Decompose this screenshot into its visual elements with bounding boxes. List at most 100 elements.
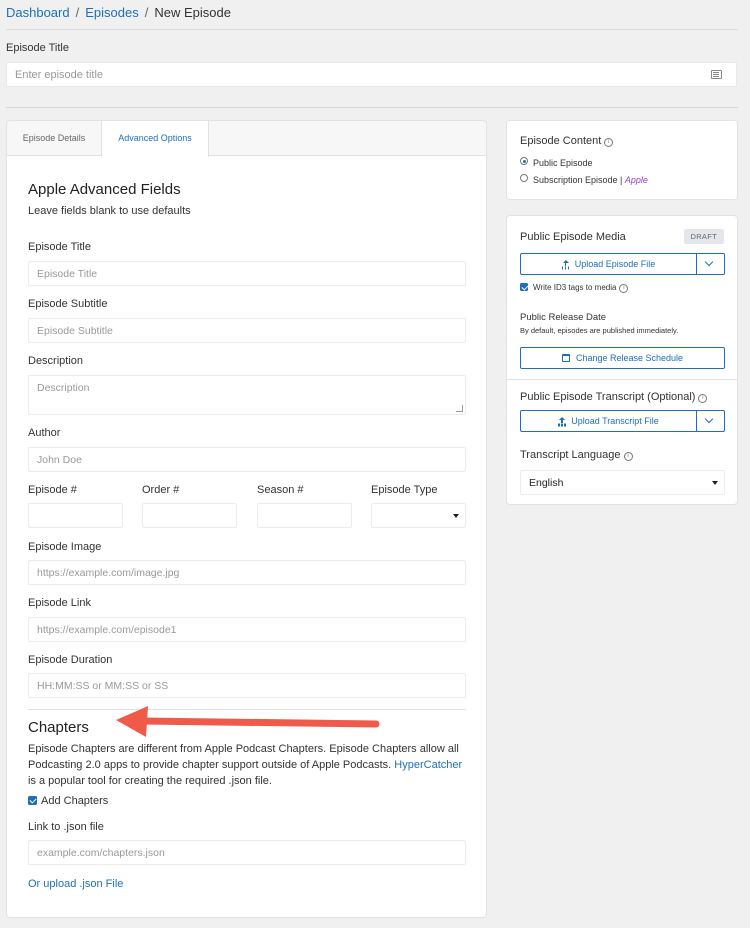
upload-transcript-split-button: Upload Transcript File bbox=[520, 410, 725, 432]
season-number-label: Season # bbox=[257, 484, 304, 496]
transcript-language-title: Transcript Language i bbox=[520, 449, 633, 461]
episode-title-placeholder: Enter episode title bbox=[15, 69, 104, 81]
description-placeholder: Description bbox=[37, 382, 90, 394]
episode-content-title-text: Episode Content bbox=[520, 135, 602, 147]
upload-json-link[interactable]: Or upload .json File bbox=[28, 878, 123, 890]
change-release-schedule-label: Change Release Schedule bbox=[575, 353, 684, 363]
chapters-heading: Chapters bbox=[28, 719, 89, 736]
info-icon[interactable]: i bbox=[619, 284, 629, 293]
chapters-description: Episode Chapters are different from Appl… bbox=[28, 741, 468, 789]
apple-title-input[interactable]: Episode Title bbox=[28, 261, 466, 286]
episode-title-label: Episode Title bbox=[6, 42, 69, 54]
write-id3-checkbox[interactable] bbox=[520, 283, 528, 291]
draft-badge: DRAFT bbox=[683, 229, 724, 244]
keyboard-icon bbox=[711, 70, 722, 79]
apple-subtitle-label: Episode Subtitle bbox=[28, 298, 108, 310]
chapters-description-text: is a popular tool for creating the requi… bbox=[28, 775, 272, 787]
upload-transcript-file-button[interactable]: Upload Transcript File bbox=[521, 411, 697, 431]
subscription-episode-label: Subscription Episode | Apple bbox=[533, 175, 648, 185]
episode-link-placeholder: https://example.com/episode1 bbox=[37, 624, 177, 636]
episode-title-input[interactable]: Enter episode title bbox=[6, 62, 737, 87]
transcript-language-select[interactable]: English bbox=[520, 470, 725, 495]
transcript-title-text: Public Episode Transcript (Optional) bbox=[520, 391, 696, 403]
upload-episode-file-split-button: Upload Episode File bbox=[520, 253, 725, 275]
episode-duration-placeholder: HH:MM:SS or MM:SS or SS bbox=[37, 680, 169, 692]
breadcrumb-separator: / bbox=[144, 5, 149, 20]
write-id3-text: Write ID3 tags to media bbox=[533, 283, 617, 292]
apple-advanced-heading: Apple Advanced Fields bbox=[28, 181, 181, 198]
episode-duration-input[interactable]: HH:MM:SS or MM:SS or SS bbox=[28, 673, 466, 698]
episode-image-placeholder: https://example.com/image.jpg bbox=[37, 567, 180, 579]
advanced-options-card: Episode Details Advanced Options Apple A… bbox=[6, 120, 487, 918]
subscription-episode-radio[interactable] bbox=[520, 174, 528, 182]
public-release-date-title: Public Release Date bbox=[520, 312, 607, 323]
order-number-input[interactable] bbox=[142, 503, 237, 528]
breadcrumb-separator: / bbox=[75, 5, 80, 20]
upload-episode-file-button[interactable]: Upload Episode File bbox=[521, 254, 697, 274]
change-release-schedule-button[interactable]: Change Release Schedule bbox=[520, 347, 725, 369]
tab-bar: Episode Details Advanced Options bbox=[7, 121, 486, 157]
resize-handle-icon[interactable] bbox=[456, 405, 463, 412]
episode-number-input[interactable] bbox=[28, 503, 123, 528]
apple-label: Apple bbox=[624, 175, 648, 185]
info-icon[interactable]: i bbox=[604, 138, 614, 147]
description-textarea[interactable]: Description bbox=[28, 375, 466, 415]
transcript-language-title-text: Transcript Language bbox=[520, 449, 621, 461]
order-number-label: Order # bbox=[142, 484, 180, 496]
json-link-input[interactable]: example.com/chapters.json bbox=[28, 840, 466, 865]
episode-type-label: Episode Type bbox=[371, 484, 438, 496]
breadcrumb-episodes-link[interactable]: Episodes bbox=[85, 5, 138, 20]
divider bbox=[507, 379, 737, 380]
apple-advanced-subheading: Leave fields blank to use defaults bbox=[28, 205, 191, 217]
breadcrumb: Dashboard / Episodes / New Episode bbox=[6, 5, 231, 20]
apple-title-label: Episode Title bbox=[28, 241, 91, 253]
json-link-placeholder: example.com/chapters.json bbox=[37, 847, 165, 859]
author-label: Author bbox=[28, 427, 61, 439]
divider bbox=[6, 107, 738, 108]
public-episode-media-title: Public Episode Media bbox=[520, 231, 626, 243]
transcript-title: Public Episode Transcript (Optional) i bbox=[520, 391, 708, 403]
tab-episode-details[interactable]: Episode Details bbox=[7, 121, 101, 156]
info-icon[interactable]: i bbox=[698, 394, 708, 403]
episode-content-title: Episode Content i bbox=[520, 135, 614, 147]
episode-content-card: Episode Content i Public Episode Subscrip… bbox=[506, 120, 738, 200]
author-input[interactable]: John Doe bbox=[28, 447, 466, 472]
author-placeholder: John Doe bbox=[37, 454, 82, 466]
caret-down-icon bbox=[453, 514, 459, 518]
breadcrumb-current: New Episode bbox=[154, 5, 231, 20]
episode-link-input[interactable]: https://example.com/episode1 bbox=[28, 617, 466, 642]
episode-image-label: Episode Image bbox=[28, 541, 102, 553]
upload-transcript-options-dropdown[interactable] bbox=[696, 411, 724, 431]
episode-number-label: Episode # bbox=[28, 484, 77, 496]
upload-icon bbox=[558, 417, 566, 425]
caret-down-icon bbox=[712, 481, 718, 485]
upload-episode-file-label: Upload Episode File bbox=[574, 259, 656, 269]
public-episode-radio[interactable] bbox=[520, 157, 528, 165]
hypercatcher-link[interactable]: HyperCatcher bbox=[394, 759, 462, 771]
episode-image-input[interactable]: https://example.com/image.jpg bbox=[28, 560, 466, 585]
tab-advanced-options[interactable]: Advanced Options bbox=[101, 121, 209, 157]
divider bbox=[28, 709, 466, 710]
subscription-episode-text: Subscription Episode | bbox=[533, 175, 623, 185]
apple-subtitle-placeholder: Episode Subtitle bbox=[37, 325, 113, 337]
info-icon[interactable]: i bbox=[623, 452, 633, 461]
chevron-down-icon bbox=[704, 257, 714, 267]
add-chapters-label: Add Chapters bbox=[41, 795, 109, 807]
episode-duration-label: Episode Duration bbox=[28, 654, 113, 666]
episode-type-select[interactable] bbox=[371, 503, 466, 528]
json-link-label: Link to .json file bbox=[28, 821, 104, 833]
divider bbox=[6, 29, 738, 30]
public-episode-label: Public Episode bbox=[533, 158, 593, 168]
write-id3-label: Write ID3 tags to media i bbox=[533, 283, 629, 293]
add-chapters-checkbox[interactable] bbox=[28, 796, 37, 805]
upload-episode-options-dropdown[interactable] bbox=[696, 254, 724, 274]
episode-link-label: Episode Link bbox=[28, 597, 91, 609]
upload-transcript-file-label: Upload Transcript File bbox=[571, 416, 659, 426]
public-release-date-note: By default, episodes are published immed… bbox=[520, 326, 679, 335]
apple-title-placeholder: Episode Title bbox=[37, 268, 98, 280]
season-number-input[interactable] bbox=[257, 503, 352, 528]
calendar-icon bbox=[561, 354, 570, 362]
apple-subtitle-input[interactable]: Episode Subtitle bbox=[28, 318, 466, 343]
breadcrumb-dashboard-link[interactable]: Dashboard bbox=[6, 5, 70, 20]
public-episode-media-card: Public Episode Media DRAFT Upload Episod… bbox=[506, 215, 738, 505]
